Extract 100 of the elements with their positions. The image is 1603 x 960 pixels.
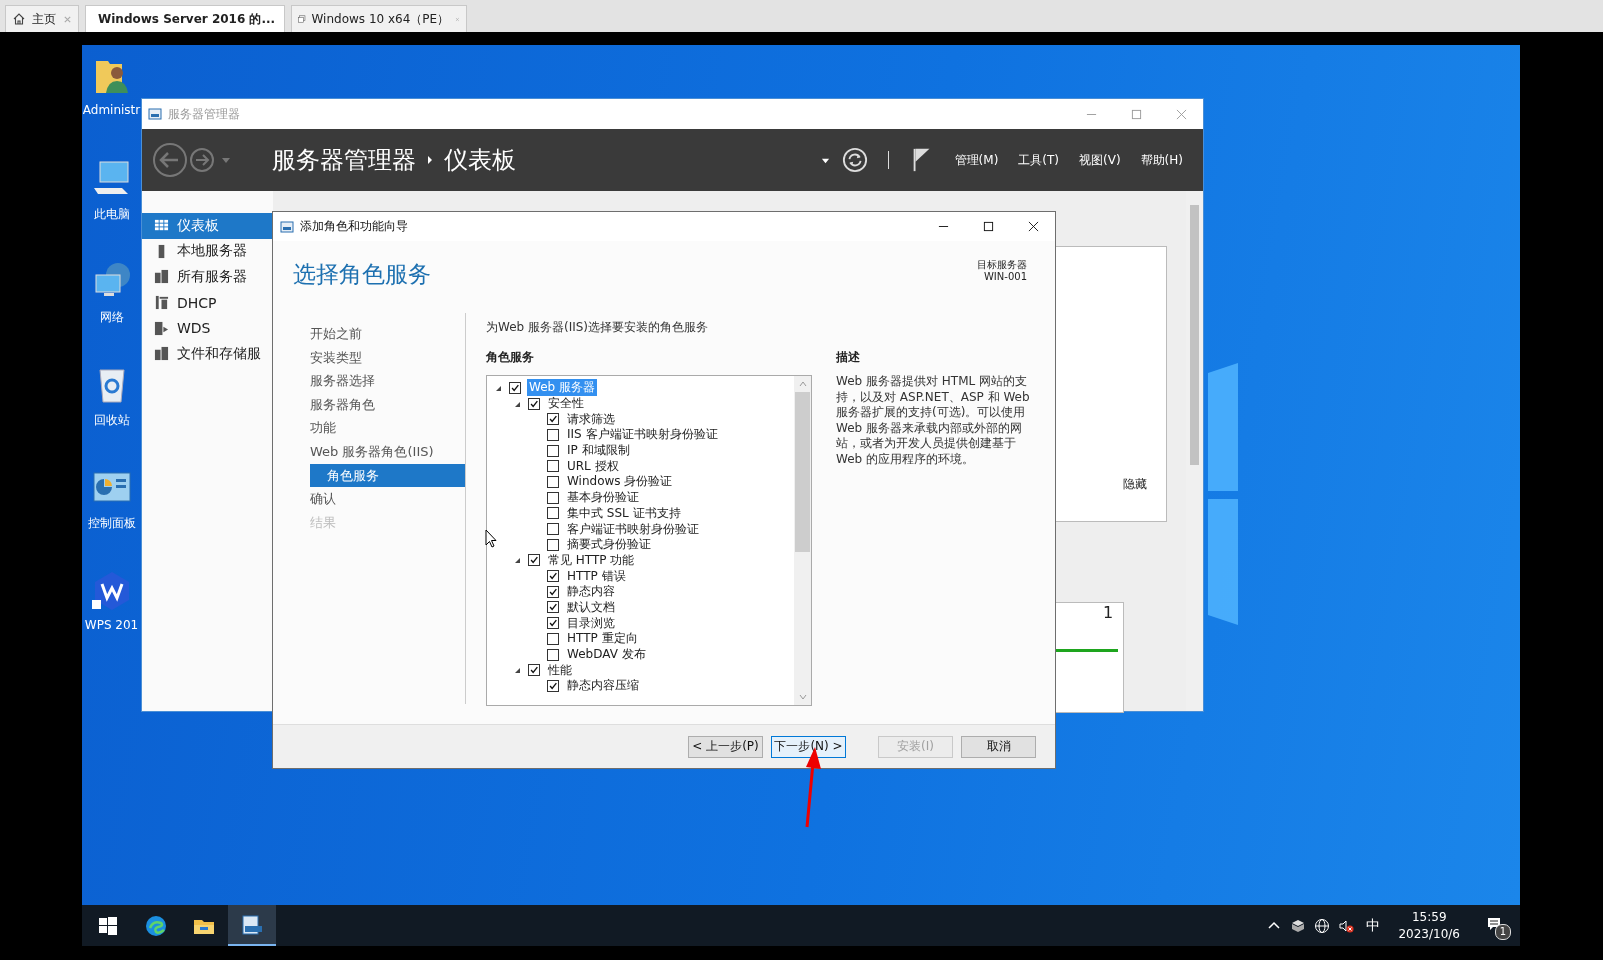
wizard-button[interactable]: < 上一步(P) <box>688 735 763 758</box>
network-globe-icon[interactable] <box>1314 917 1331 934</box>
checkbox[interactable] <box>547 617 559 630</box>
notification-icon[interactable] <box>1486 916 1502 932</box>
tree-item-label[interactable]: 常见 HTTP 功能 <box>546 551 637 569</box>
checkbox[interactable] <box>547 444 559 457</box>
wps-app-icon[interactable] <box>91 570 132 610</box>
desktop-icon-label: 回收站 <box>93 412 130 429</box>
server-manager-icon <box>148 107 162 121</box>
checkbox[interactable] <box>547 491 559 504</box>
notification-badge: 1 <box>1495 924 1511 940</box>
sidebar-item[interactable]: 仪表板 <box>142 213 273 239</box>
browser-icon <box>144 913 168 938</box>
sidebar-item[interactable]: 所有服务器 <box>142 264 273 290</box>
tree-item-label[interactable]: 性能 <box>546 661 574 679</box>
tree-item-label[interactable]: 摘要式身份验证 <box>565 536 653 554</box>
clock-time[interactable]: 15:59 <box>1411 908 1447 926</box>
wizard-step[interactable]: Web 服务器角色(IIS) <box>310 439 465 464</box>
menu-item[interactable]: 工具(T) <box>1018 151 1060 169</box>
page-heading: 选择角色服务 <box>293 260 431 289</box>
tree-item-label[interactable]: 请求筛选 <box>565 410 617 428</box>
window-title: 服务器管理器 <box>168 105 241 123</box>
tree-item-label[interactable]: 静态内容压缩 <box>565 677 641 695</box>
server-manager-icon <box>240 912 264 937</box>
checkbox[interactable] <box>547 413 559 426</box>
wizard-step[interactable]: 功能 <box>310 416 465 440</box>
refresh-icon[interactable] <box>841 147 868 173</box>
breadcrumb-item: 仪表板 <box>444 145 516 176</box>
input-method-indicator[interactable]: 中 <box>1366 916 1381 935</box>
maximize-icon[interactable] <box>983 221 994 232</box>
menu-item[interactable]: 视图(V) <box>1079 151 1121 169</box>
checkbox[interactable] <box>547 632 559 645</box>
tree-item-label[interactable]: URL 授权 <box>565 457 621 475</box>
wizard-step[interactable]: 角色服务 <box>310 463 465 488</box>
breadcrumb-item: 服务器管理器 <box>272 145 416 176</box>
wizard-step[interactable]: 安装类型 <box>310 345 465 370</box>
desktop-icon-label: 控制面板 <box>87 515 136 532</box>
close-icon[interactable] <box>1028 221 1039 232</box>
checkbox[interactable] <box>509 381 521 394</box>
tree-item-label[interactable]: IP 和域限制 <box>565 442 632 460</box>
servers-icon <box>154 269 169 285</box>
scrollbar[interactable] <box>1186 191 1203 711</box>
desktop-icon-label: WPS 201 <box>84 618 139 632</box>
checkbox[interactable] <box>528 554 540 567</box>
desktop-icon-label: 此电脑 <box>93 206 130 223</box>
target-server-label: 目标服务器 <box>977 259 1027 271</box>
clock-date[interactable]: 2023/10/6 <box>1398 925 1460 943</box>
deployment-icon <box>154 320 169 336</box>
tree-item-label[interactable]: IIS 客户端证书映射身份验证 <box>565 426 720 444</box>
browser-tab[interactable]: Windows 10 x64（PE） <box>291 5 467 32</box>
checkbox[interactable] <box>547 679 559 692</box>
checkbox[interactable] <box>547 475 559 488</box>
sidebar-item[interactable]: DHCP <box>142 289 273 316</box>
sidebar-item[interactable]: WDS <box>142 315 273 341</box>
window-icon <box>298 12 306 26</box>
tree-item-label[interactable]: 客户端证书映射身份验证 <box>565 520 701 538</box>
checkbox[interactable] <box>547 523 559 536</box>
tile-count: 1 <box>1103 603 1114 622</box>
checkbox[interactable] <box>528 397 540 410</box>
checkbox[interactable] <box>547 507 559 520</box>
wizard-step[interactable]: 开始之前 <box>310 322 465 346</box>
tree-item-label[interactable]: HTTP 重定向 <box>565 630 640 648</box>
wizard-step[interactable]: 服务器选择 <box>310 369 465 393</box>
tree-item-label[interactable]: 目录浏览 <box>565 614 617 632</box>
wizard-step[interactable]: 服务器角色 <box>310 392 465 417</box>
tree-item-label[interactable]: 基本身份验证 <box>565 489 641 507</box>
wizard-step[interactable]: 确认 <box>310 487 465 511</box>
target-server-name: WIN-001 <box>984 271 1027 283</box>
checkbox[interactable] <box>528 664 540 677</box>
storage-icon <box>154 346 169 362</box>
checkbox[interactable] <box>547 585 559 598</box>
wizard-icon <box>280 219 294 234</box>
tree-item-label[interactable]: 默认文档 <box>565 598 617 616</box>
browser-tab[interactable]: 主页 <box>5 5 79 32</box>
hide-link[interactable]: 隐藏 <box>1123 476 1147 493</box>
checkbox[interactable] <box>547 648 559 661</box>
menu-item[interactable]: 帮助(H) <box>1140 151 1183 169</box>
section-heading: 角色服务 <box>486 349 535 365</box>
tree-item-label[interactable]: HTTP 错误 <box>565 567 628 585</box>
dhcp-icon <box>154 295 169 311</box>
tree-item-label[interactable]: Windows 身份验证 <box>565 473 675 491</box>
desktop-icon-label: Administr <box>82 103 141 117</box>
wizard-button[interactable]: 下一步(N) > <box>771 735 846 758</box>
browser-tab[interactable]: Windows Server 2016 的... <box>85 5 285 32</box>
tree-item-label[interactable]: 集中式 SSL 证书支持 <box>565 504 683 522</box>
checkbox[interactable] <box>547 428 559 441</box>
home-icon <box>12 12 26 26</box>
wizard-button[interactable]: 取消 <box>961 735 1036 758</box>
tree-item-label[interactable]: WebDAV 发布 <box>565 646 648 664</box>
checkbox[interactable] <box>547 460 559 473</box>
checkbox[interactable] <box>547 538 559 551</box>
sidebar-item[interactable]: 文件和存储服 <box>142 340 273 367</box>
taskbar-button[interactable] <box>228 905 276 946</box>
package-icon[interactable] <box>1290 917 1307 934</box>
checkbox[interactable] <box>547 570 559 583</box>
menu-item[interactable]: 管理(M) <box>954 151 999 169</box>
tree-item-label[interactable]: 静态内容 <box>565 583 617 601</box>
sidebar-item[interactable]: 本地服务器 <box>142 238 273 265</box>
tree-item-label[interactable]: 安全性 <box>546 395 586 413</box>
checkbox[interactable] <box>547 601 559 614</box>
